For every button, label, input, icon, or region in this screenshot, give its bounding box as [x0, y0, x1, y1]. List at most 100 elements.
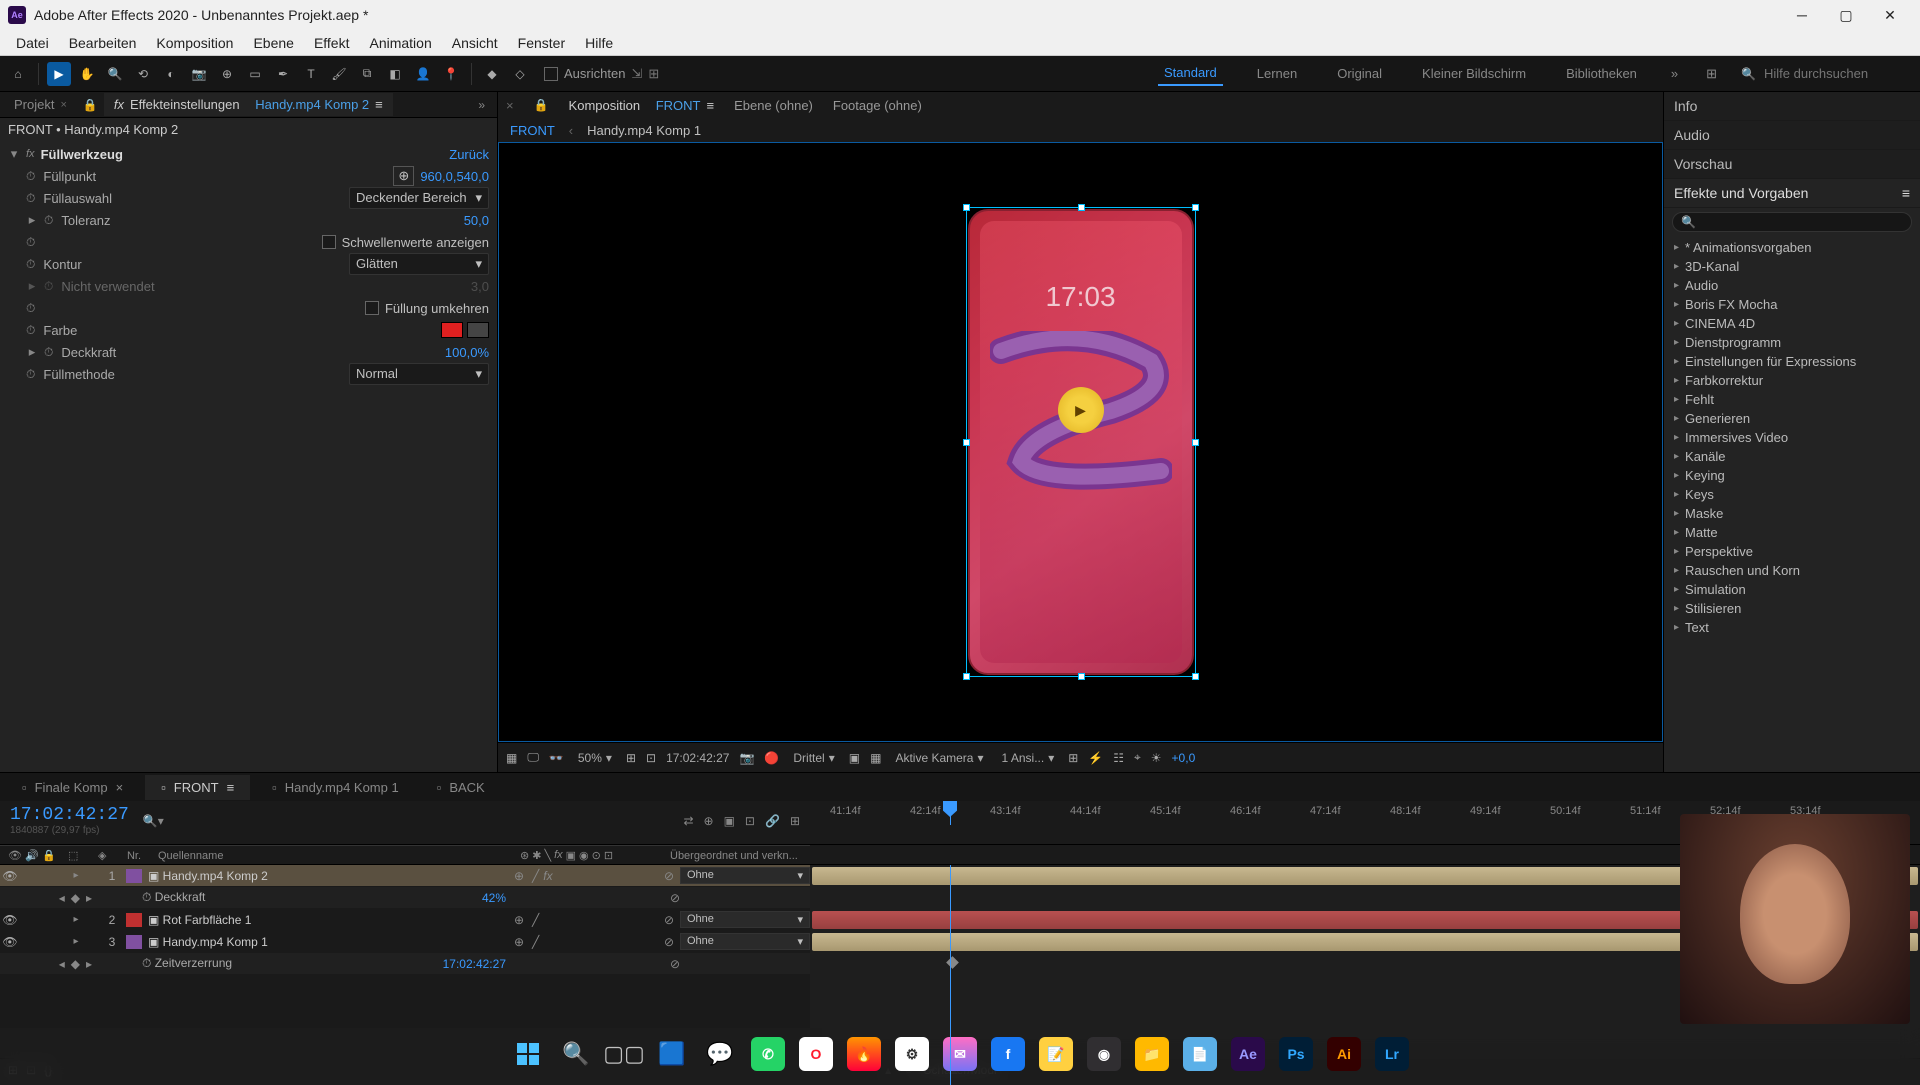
- messenger-icon[interactable]: ✉: [939, 1033, 981, 1075]
- exposure-value[interactable]: +0,0: [1172, 751, 1196, 765]
- stopwatch-icon[interactable]: ⏱: [26, 235, 35, 250]
- notes-icon[interactable]: 📝: [1035, 1033, 1077, 1075]
- preset-kan-le[interactable]: ▸Kanäle: [1668, 447, 1916, 466]
- layer-row-2[interactable]: 👁▸2▣ Rot Farbfläche 1⊕╱⊘Ohne▾: [0, 909, 810, 931]
- tool-opt-1-icon[interactable]: ◆: [480, 62, 504, 86]
- tl-tab-back[interactable]: ▫BACK: [421, 775, 501, 800]
- help-search[interactable]: 🔍: [1741, 66, 1914, 81]
- type-tool-icon[interactable]: T: [299, 62, 323, 86]
- twirl-icon[interactable]: ▾: [8, 146, 20, 162]
- roto-tool-icon[interactable]: 👤: [411, 62, 435, 86]
- checkbox-umkehren[interactable]: [365, 301, 379, 315]
- snap-checkbox[interactable]: Ausrichten ⇲ ⊞: [544, 66, 659, 82]
- preset-keys[interactable]: ▸Keys: [1668, 485, 1916, 504]
- preset--animationsvorgaben[interactable]: ▸* Animationsvorgaben: [1668, 238, 1916, 257]
- tl-opt-3-icon[interactable]: ▣: [724, 814, 735, 828]
- transparency-icon[interactable]: ▦: [870, 751, 881, 765]
- comp-close-icon[interactable]: ×: [506, 98, 514, 113]
- tool-opt-2-icon[interactable]: ◇: [508, 62, 532, 86]
- tl-opt-5-icon[interactable]: 🔗: [765, 814, 780, 828]
- pen-tool-icon[interactable]: ✒: [271, 62, 295, 86]
- dd-kontur[interactable]: Glätten▾: [349, 253, 489, 275]
- workspace-bibliotheken[interactable]: Bibliotheken: [1560, 62, 1643, 85]
- resolution-dropdown[interactable]: Drittel ▾: [789, 749, 838, 767]
- taskview-icon[interactable]: ▢▢: [603, 1033, 645, 1075]
- facebook-icon[interactable]: f: [987, 1033, 1029, 1075]
- panel-audio[interactable]: Audio: [1664, 121, 1920, 150]
- photoshop-icon[interactable]: Ps: [1275, 1033, 1317, 1075]
- playhead-line[interactable]: [950, 865, 951, 1085]
- col-lock-icon[interactable]: 🔒: [42, 849, 68, 862]
- current-timecode[interactable]: 17:02:42:27: [10, 805, 129, 825]
- pixel-aspect-icon[interactable]: ⊞: [1068, 751, 1078, 765]
- layer-property-row[interactable]: ◂◆▸⏱ Deckkraft42%⊘: [0, 887, 810, 909]
- tab-projekt[interactable]: Projekt×: [4, 93, 77, 116]
- rotate-tool-icon[interactable]: ◐: [159, 62, 183, 86]
- tl-opt-4-icon[interactable]: ⊡: [745, 814, 755, 828]
- opera-icon[interactable]: O: [795, 1033, 837, 1075]
- preset-matte[interactable]: ▸Matte: [1668, 523, 1916, 542]
- search-taskbar-icon[interactable]: 🔍: [555, 1033, 597, 1075]
- workspace-standard[interactable]: Standard: [1158, 61, 1223, 86]
- layer-phone-preview[interactable]: 17:03: [968, 209, 1194, 675]
- color-swatch[interactable]: [441, 322, 463, 338]
- preset-immersives-video[interactable]: ▸Immersives Video: [1668, 428, 1916, 447]
- tl-tab-front[interactable]: ▫FRONT≡: [145, 775, 250, 800]
- workspace-kleiner[interactable]: Kleiner Bildschirm: [1416, 62, 1532, 85]
- camera-dropdown[interactable]: Aktive Kamera ▾: [891, 749, 987, 767]
- preset-perspektive[interactable]: ▸Perspektive: [1668, 542, 1916, 561]
- chat-icon[interactable]: 💬: [699, 1033, 741, 1075]
- explorer-icon[interactable]: 📁: [1131, 1033, 1173, 1075]
- widgets-icon[interactable]: 🟦: [651, 1033, 693, 1075]
- composition-viewport[interactable]: 17:03: [498, 142, 1663, 742]
- layer-row-1[interactable]: 👁▸1▣ Handy.mp4 Komp 2⊕╱fx⊘Ohne▾: [0, 865, 810, 887]
- obs-icon[interactable]: ◉: [1083, 1033, 1125, 1075]
- firefox-icon[interactable]: 🔥: [843, 1033, 885, 1075]
- preset-farbkorrektur[interactable]: ▸Farbkorrektur: [1668, 371, 1916, 390]
- twirl-icon[interactable]: ▸: [26, 344, 38, 360]
- dd-fuellmethode[interactable]: Normal▾: [349, 363, 489, 385]
- comp-menu-icon[interactable]: ≡: [707, 98, 715, 113]
- menu-ansicht[interactable]: Ansicht: [442, 32, 508, 54]
- exposure-reset-icon[interactable]: ☀: [1151, 751, 1162, 765]
- effect-reset[interactable]: Zurück: [449, 147, 489, 162]
- minimize-button[interactable]: ─: [1780, 0, 1824, 30]
- stopwatch-icon[interactable]: ⏱: [26, 257, 35, 272]
- crosshair-icon[interactable]: ⊕: [393, 166, 414, 186]
- playhead[interactable]: [950, 801, 951, 825]
- tab-effekteinstellungen[interactable]: fx Effekteinstellungen Handy.mp4 Komp 2 …: [104, 93, 393, 116]
- presets-search-input[interactable]: 🔍: [1672, 212, 1912, 232]
- dd-fuellauswahl[interactable]: Deckender Bereich▾: [349, 187, 489, 209]
- tl-tab-finale[interactable]: ▫Finale Komp×: [6, 775, 139, 800]
- snap-grid-icon[interactable]: ⊞: [648, 66, 659, 82]
- tl-tab-handy1[interactable]: ▫Handy.mp4 Komp 1: [256, 775, 415, 800]
- tab-ebene[interactable]: Ebene (ohne): [734, 98, 813, 113]
- col-quellenname[interactable]: Quellenname: [154, 850, 520, 862]
- viewer-guides-icon[interactable]: ⊡: [646, 751, 656, 765]
- crumb-child[interactable]: Handy.mp4 Komp 1: [587, 123, 701, 138]
- panel-menu-icon[interactable]: ≡: [375, 97, 383, 112]
- zoom-tool-icon[interactable]: 🔍: [103, 62, 127, 86]
- stopwatch-icon[interactable]: ⏱: [26, 323, 35, 338]
- shape-tool-icon[interactable]: ▭: [243, 62, 267, 86]
- lightroom-icon[interactable]: Lr: [1371, 1033, 1413, 1075]
- panel-info[interactable]: Info: [1664, 92, 1920, 121]
- stopwatch-icon[interactable]: ⏱: [26, 367, 35, 382]
- preset-3d-kanal[interactable]: ▸3D-Kanal: [1668, 257, 1916, 276]
- panel-lock-icon[interactable]: 🔒: [77, 98, 104, 112]
- fast-preview-icon[interactable]: ⚡: [1088, 751, 1103, 765]
- snapshot-icon[interactable]: 📷: [739, 751, 754, 765]
- col-label-icon[interactable]: ◈: [98, 849, 114, 862]
- tab-komposition[interactable]: Komposition FRONT ≡: [569, 98, 715, 113]
- preset-audio[interactable]: ▸Audio: [1668, 276, 1916, 295]
- clone-tool-icon[interactable]: ⧉: [355, 62, 379, 86]
- panel-effekte-vorgaben[interactable]: Effekte und Vorgaben≡: [1664, 179, 1920, 208]
- val-deckkraft[interactable]: 100,0%: [445, 345, 489, 360]
- timeline-search-icon[interactable]: 🔍▾: [143, 814, 164, 828]
- preset-stilisieren[interactable]: ▸Stilisieren: [1668, 599, 1916, 618]
- twirl-icon[interactable]: ▸: [26, 212, 38, 228]
- after-effects-taskbar-icon[interactable]: Ae: [1227, 1033, 1269, 1075]
- fx-toggle-icon[interactable]: fx: [26, 148, 35, 160]
- menu-datei[interactable]: Datei: [6, 32, 59, 54]
- illustrator-icon[interactable]: Ai: [1323, 1033, 1365, 1075]
